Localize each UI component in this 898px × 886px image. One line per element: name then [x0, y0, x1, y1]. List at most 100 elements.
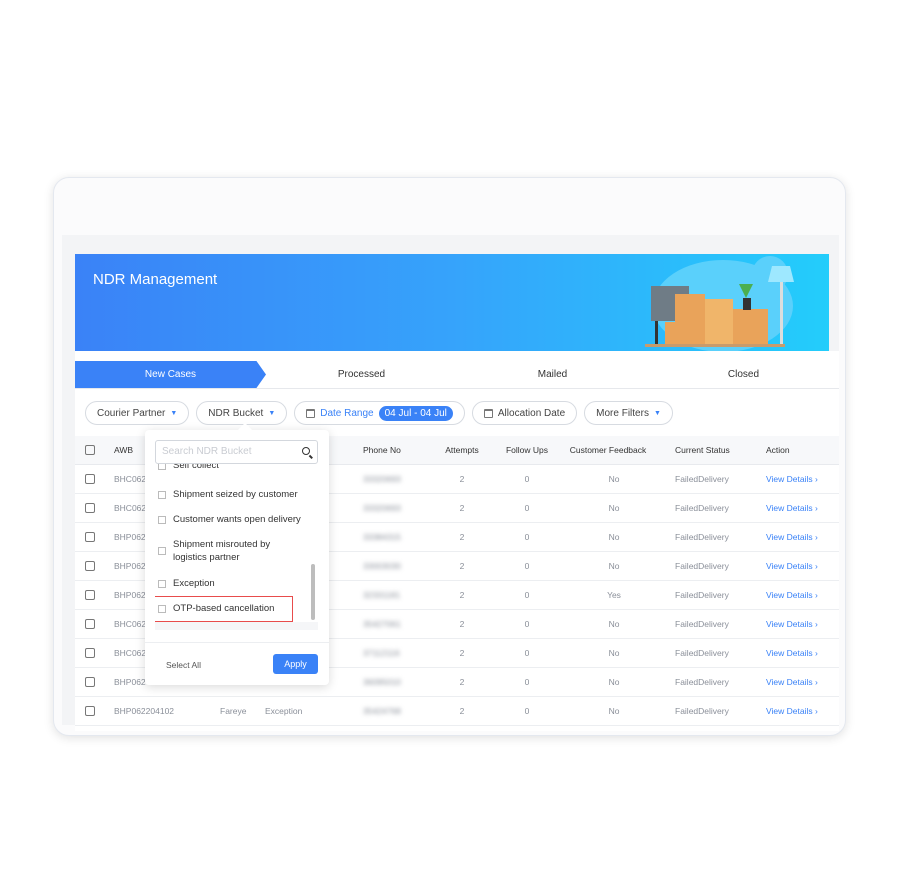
view-details-link[interactable]: View Details ›	[766, 610, 818, 639]
checkbox[interactable]	[158, 579, 166, 588]
status-cell: FailedDelivery	[675, 706, 729, 716]
feedback-cell: No	[608, 532, 620, 542]
awb-cell[interactable]: BHC062	[114, 465, 146, 494]
allocation-date-label: Allocation Date	[497, 407, 566, 419]
col-phone: Phone No	[363, 445, 401, 455]
followups-cell: 0	[524, 561, 530, 571]
attempts-cell: 2	[459, 619, 465, 629]
table-row: BHP062204102 Fareye Exception 35424768 2…	[75, 697, 839, 726]
select-all-link[interactable]: Select All	[166, 660, 201, 670]
view-details-label: View Details	[766, 648, 813, 658]
col-action: Action	[766, 445, 790, 455]
awb-cell[interactable]: BHC062	[114, 639, 146, 668]
checkbox[interactable]	[158, 515, 166, 524]
awb-cell[interactable]: BHP062204102	[114, 697, 174, 726]
select-all-checkbox[interactable]	[85, 445, 95, 455]
view-details-link[interactable]: View Details ›	[766, 581, 818, 610]
status-tabs: New Cases Processed Mailed Closed	[75, 361, 839, 389]
view-details-label: View Details	[766, 503, 813, 513]
row-checkbox[interactable]	[85, 503, 95, 513]
row-checkbox[interactable]	[85, 474, 95, 484]
caret-down-icon: ▼	[170, 409, 178, 417]
awb-cell[interactable]: BHC062	[114, 610, 146, 639]
attempts-cell: 2	[459, 677, 465, 687]
checkbox[interactable]	[158, 464, 166, 470]
row-checkbox[interactable]	[85, 706, 95, 716]
status-cell: FailedDelivery	[675, 677, 729, 687]
courier-cell: Fareye	[220, 706, 247, 716]
chevron-right-icon: ›	[815, 590, 818, 600]
tab-new-cases[interactable]: New Cases	[75, 361, 266, 388]
checkbox[interactable]	[158, 547, 166, 555]
followups-cell: 0	[524, 590, 530, 600]
apply-button[interactable]: Apply	[273, 654, 318, 674]
view-details-link[interactable]: View Details ›	[766, 523, 818, 552]
awb-cell[interactable]: BHP062	[114, 552, 146, 581]
row-checkbox[interactable]	[85, 648, 95, 658]
boxes-illustration-icon	[645, 256, 794, 351]
followups-cell: 0	[524, 648, 530, 658]
phone-cell: 35424768	[363, 706, 401, 716]
row-checkbox[interactable]	[85, 561, 95, 571]
feedback-cell: No	[608, 619, 620, 629]
date-range-label: Date Range	[320, 407, 374, 419]
feedback-cell: No	[608, 474, 620, 484]
status-cell: FailedDelivery	[675, 619, 729, 629]
phone-cell: 37112116	[363, 648, 400, 658]
scrollbar[interactable]	[311, 564, 315, 620]
attempts-cell: 2	[459, 503, 465, 513]
view-details-link[interactable]: View Details ›	[766, 494, 818, 523]
checkbox[interactable]	[158, 490, 166, 499]
followups-cell: 0	[524, 474, 530, 484]
attempts-cell: 2	[459, 648, 465, 658]
attempts-cell: 2	[459, 561, 465, 571]
row-checkbox[interactable]	[85, 590, 95, 600]
calendar-icon	[483, 408, 493, 418]
awb-cell[interactable]: BHP062	[114, 581, 146, 610]
courier-partner-filter[interactable]: Courier Partner ▼	[85, 401, 190, 425]
highlight-box	[155, 596, 293, 622]
view-details-link[interactable]: View Details ›	[766, 552, 818, 581]
row-checkbox[interactable]	[85, 532, 95, 542]
date-range-filter[interactable]: Date Range 04 Jul - 04 Jul	[294, 401, 465, 425]
tab-closed[interactable]: Closed	[648, 361, 839, 388]
view-details-link[interactable]: View Details ›	[766, 668, 818, 697]
view-details-link[interactable]: View Details ›	[766, 465, 818, 494]
ndr-bucket-dropdown: Search NDR Bucket Self collect Shipment …	[145, 430, 329, 685]
tab-mailed[interactable]: Mailed	[457, 361, 648, 388]
ndr-bucket-label: NDR Bucket	[208, 407, 264, 419]
more-filters-button[interactable]: More Filters ▼	[584, 401, 673, 425]
status-cell: FailedDelivery	[675, 590, 729, 600]
chevron-right-icon: ›	[815, 474, 818, 484]
option-shipment-seized[interactable]: Shipment seized by customer	[158, 488, 298, 501]
phone-cell: 33384315	[363, 532, 401, 542]
ndr-bucket-options[interactable]: Self collect Shipment seized by customer…	[155, 464, 318, 630]
view-details-label: View Details	[766, 706, 813, 716]
option-misrouted[interactable]: Shipment misrouted by logistics partner	[158, 538, 293, 564]
feedback-cell: Yes	[607, 590, 621, 600]
ndr-bucket-search-input[interactable]: Search NDR Bucket	[155, 440, 318, 464]
feedback-cell: No	[608, 561, 620, 571]
row-checkbox[interactable]	[85, 677, 95, 687]
feedback-cell: No	[608, 706, 620, 716]
search-icon[interactable]	[302, 447, 310, 455]
attempts-cell: 2	[459, 590, 465, 600]
awb-cell[interactable]: BHC062	[114, 494, 146, 523]
option-self-collect[interactable]: Self collect	[158, 464, 219, 472]
phone-cell: 33320693	[363, 474, 401, 484]
option-label: Exception	[173, 578, 215, 589]
status-cell: FailedDelivery	[675, 532, 729, 542]
ndr-bucket-filter[interactable]: NDR Bucket ▼	[196, 401, 288, 425]
allocation-date-filter[interactable]: Allocation Date	[471, 401, 578, 425]
view-details-label: View Details	[766, 532, 813, 542]
option-exception[interactable]: Exception	[158, 577, 215, 590]
option-open-delivery[interactable]: Customer wants open delivery	[158, 513, 301, 526]
awb-cell[interactable]: BHP062	[114, 523, 146, 552]
tab-processed[interactable]: Processed	[266, 361, 457, 388]
chevron-right-icon: ›	[815, 503, 818, 513]
view-details-link[interactable]: View Details ›	[766, 639, 818, 668]
view-details-link[interactable]: View Details ›	[766, 697, 818, 726]
feedback-cell: No	[608, 677, 620, 687]
row-checkbox[interactable]	[85, 619, 95, 629]
awb-cell[interactable]: BHP062	[114, 668, 146, 697]
